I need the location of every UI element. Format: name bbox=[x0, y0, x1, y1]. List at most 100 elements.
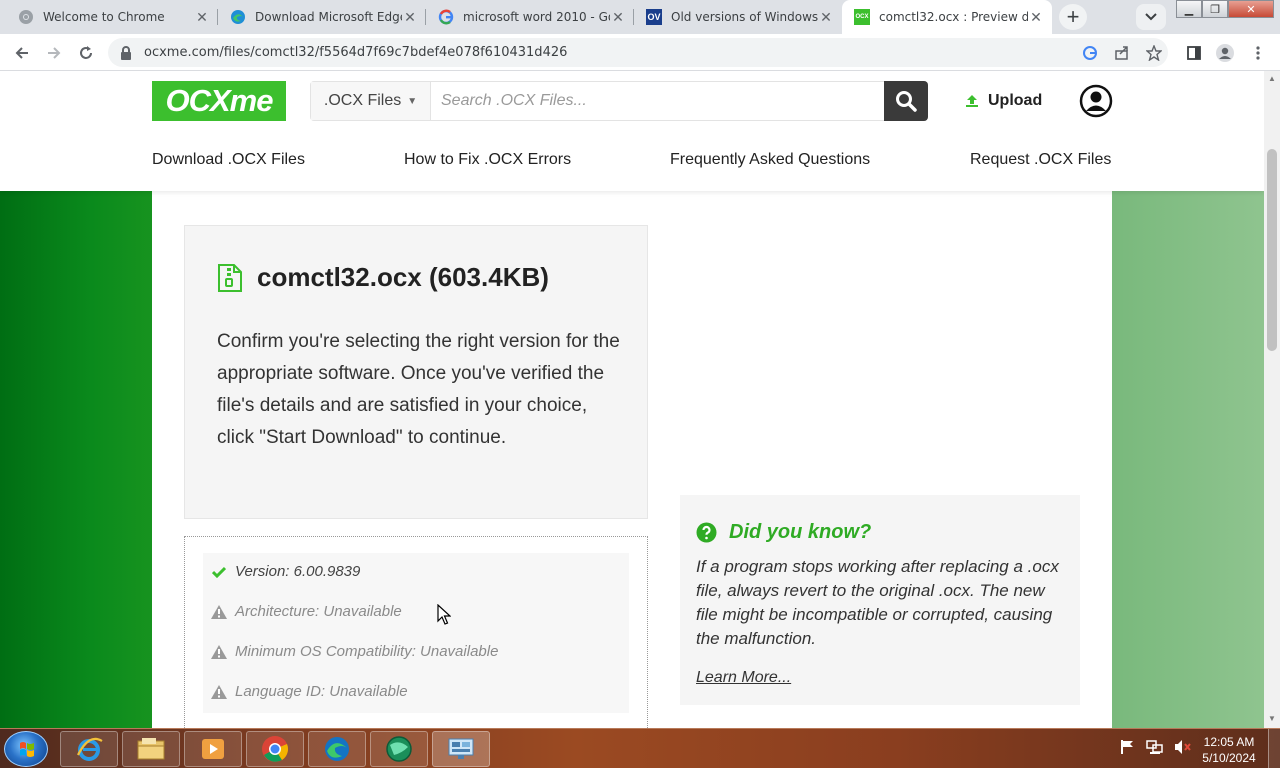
page-scrollbar[interactable]: ▲ ▼ bbox=[1264, 71, 1280, 728]
taskbar-app-globe[interactable] bbox=[370, 731, 428, 767]
side-panel-icon[interactable] bbox=[1184, 43, 1204, 63]
file-title-row: comctl32.ocx (603.4KB) bbox=[217, 262, 549, 293]
warning-icon bbox=[211, 644, 227, 659]
close-tab-icon[interactable]: ✕ bbox=[818, 9, 834, 26]
tip-heading-row: Did you know? bbox=[696, 521, 871, 544]
warning-icon bbox=[211, 604, 227, 619]
profile-icon[interactable] bbox=[1215, 43, 1235, 63]
tab-old-windows[interactable]: OV Old versions of Windows, M ✕ bbox=[634, 0, 842, 34]
minimize-button[interactable]: ▁ bbox=[1176, 0, 1202, 18]
reload-button[interactable] bbox=[73, 40, 99, 66]
forward-button[interactable] bbox=[41, 40, 67, 66]
close-tab-icon[interactable]: ✕ bbox=[402, 9, 418, 26]
detail-language-id: Language ID: Unavailable bbox=[211, 683, 408, 700]
google-translate-icon[interactable] bbox=[1080, 43, 1100, 63]
taskbar-chrome[interactable] bbox=[246, 731, 304, 767]
scrollbar-thumb[interactable] bbox=[1267, 149, 1277, 351]
back-button[interactable] bbox=[9, 40, 35, 66]
tab-welcome-chrome[interactable]: Welcome to Chrome ✕ bbox=[0, 0, 218, 34]
arrow-right-icon bbox=[48, 47, 61, 59]
tab-title: comctl32.ocx : Preview dow bbox=[879, 10, 1028, 24]
taskbar-edge[interactable] bbox=[308, 731, 366, 767]
nav-download-ocx[interactable]: Download .OCX Files bbox=[152, 151, 305, 169]
did-you-know-box: Did you know? If a program stops working… bbox=[680, 495, 1080, 705]
windows-taskbar: 12:05 AM 5/10/2024 bbox=[0, 728, 1280, 768]
detail-text: Version: 6.00.9839 bbox=[235, 563, 361, 580]
tab-comctl32-active[interactable]: OCX comctl32.ocx : Preview dow ✕ bbox=[842, 0, 1052, 34]
close-window-button[interactable]: ✕ bbox=[1228, 0, 1274, 18]
clock-date: 5/10/2024 bbox=[1202, 751, 1256, 765]
app-globe-icon bbox=[386, 736, 412, 762]
close-tab-icon[interactable]: ✕ bbox=[1028, 9, 1044, 26]
maximize-button[interactable]: ❐ bbox=[1202, 0, 1228, 18]
show-desktop-button[interactable] bbox=[1268, 729, 1280, 768]
upload-icon bbox=[966, 95, 978, 107]
tab-download-edge[interactable]: Download Microsoft Edge ✕ bbox=[218, 0, 426, 34]
tab-title: microsoft word 2010 - Goo bbox=[463, 10, 610, 24]
chevron-down-icon bbox=[1145, 13, 1157, 21]
checkmark-icon bbox=[211, 566, 227, 578]
nav-faq[interactable]: Frequently Asked Questions bbox=[670, 151, 870, 169]
tab-strip: Welcome to Chrome ✕ Download Microsoft E… bbox=[0, 0, 1280, 34]
tab-google-search[interactable]: microsoft word 2010 - Goo ✕ bbox=[426, 0, 634, 34]
url-text: ocxme.com/files/comctl32/f5564d7f69c7bde… bbox=[144, 45, 568, 60]
network-icon[interactable] bbox=[1146, 739, 1164, 760]
nav-fix-ocx-errors[interactable]: How to Fix .OCX Errors bbox=[404, 151, 571, 169]
taskbar-file-explorer[interactable] bbox=[122, 731, 180, 767]
detail-version: Version: 6.00.9839 bbox=[211, 563, 360, 580]
system-tray bbox=[1120, 729, 1192, 768]
bookmark-star-icon[interactable] bbox=[1144, 43, 1164, 63]
tab-search-button[interactable] bbox=[1136, 4, 1166, 30]
search-category-select[interactable]: .OCX Files ▼ bbox=[311, 82, 431, 120]
ocx-logo-icon: OCX bbox=[854, 9, 870, 25]
network-app-icon bbox=[448, 738, 474, 759]
file-explorer-icon bbox=[137, 738, 165, 760]
close-tab-icon[interactable]: ✕ bbox=[610, 9, 626, 26]
edge-icon bbox=[325, 737, 349, 761]
ov-logo-icon: OV bbox=[646, 9, 662, 25]
tab-title: Welcome to Chrome bbox=[43, 10, 165, 24]
share-icon[interactable] bbox=[1112, 43, 1132, 63]
detail-text: Language ID: Unavailable bbox=[235, 683, 408, 700]
tab-title: Old versions of Windows, M bbox=[671, 10, 818, 24]
new-tab-button[interactable]: + bbox=[1059, 4, 1087, 30]
learn-more-link[interactable]: Learn More... bbox=[696, 669, 791, 687]
arrow-left-icon bbox=[15, 47, 28, 59]
upload-label: Upload bbox=[988, 92, 1043, 109]
chrome-icon bbox=[262, 736, 289, 762]
search-button[interactable] bbox=[884, 81, 928, 121]
search-icon bbox=[896, 91, 917, 112]
close-tab-icon[interactable]: ✕ bbox=[194, 9, 210, 26]
detail-text: Architecture: Unavailable bbox=[235, 603, 402, 620]
page-background-left bbox=[0, 191, 152, 728]
site-header: OCXme .OCX Files ▼ Upload Download .OCX … bbox=[0, 71, 1264, 191]
scroll-down-icon[interactable]: ▼ bbox=[1268, 714, 1276, 723]
caret-down-icon: ▼ bbox=[407, 95, 418, 107]
volume-muted-icon[interactable] bbox=[1174, 739, 1192, 760]
chrome-logo-icon bbox=[18, 9, 34, 25]
menu-kebab-icon[interactable] bbox=[1248, 43, 1268, 63]
address-bar[interactable]: ocxme.com/files/comctl32/f5564d7f69c7bde… bbox=[108, 38, 1168, 67]
upload-button[interactable]: Upload bbox=[964, 89, 1042, 113]
account-button[interactable] bbox=[1079, 84, 1113, 123]
internet-explorer-icon bbox=[77, 737, 103, 761]
taskbar-media-player[interactable] bbox=[184, 731, 242, 767]
taskbar-network-app[interactable] bbox=[432, 731, 490, 767]
scroll-up-icon[interactable]: ▲ bbox=[1268, 74, 1276, 83]
detail-min-os: Minimum OS Compatibility: Unavailable bbox=[211, 643, 498, 660]
detail-text: Minimum OS Compatibility: Unavailable bbox=[235, 643, 499, 660]
web-page: OCXme .OCX Files ▼ Upload Download .OCX … bbox=[0, 71, 1264, 728]
file-details-box: Version: 6.00.9839 Architecture: Unavail… bbox=[184, 536, 648, 728]
question-circle-icon bbox=[696, 522, 717, 543]
taskbar-internet-explorer[interactable] bbox=[60, 731, 118, 767]
google-logo-icon bbox=[438, 9, 454, 25]
action-center-flag-icon[interactable] bbox=[1120, 739, 1134, 760]
search-category-label: .OCX Files bbox=[323, 92, 402, 109]
windows-logo-icon bbox=[20, 742, 34, 757]
start-button[interactable] bbox=[4, 731, 48, 767]
site-logo[interactable]: OCXme bbox=[152, 81, 286, 121]
search-input[interactable] bbox=[431, 82, 884, 120]
system-clock[interactable]: 12:05 AM 5/10/2024 bbox=[1196, 734, 1262, 766]
nav-request-ocx[interactable]: Request .OCX Files bbox=[970, 151, 1111, 169]
mouse-cursor-icon bbox=[437, 603, 452, 631]
